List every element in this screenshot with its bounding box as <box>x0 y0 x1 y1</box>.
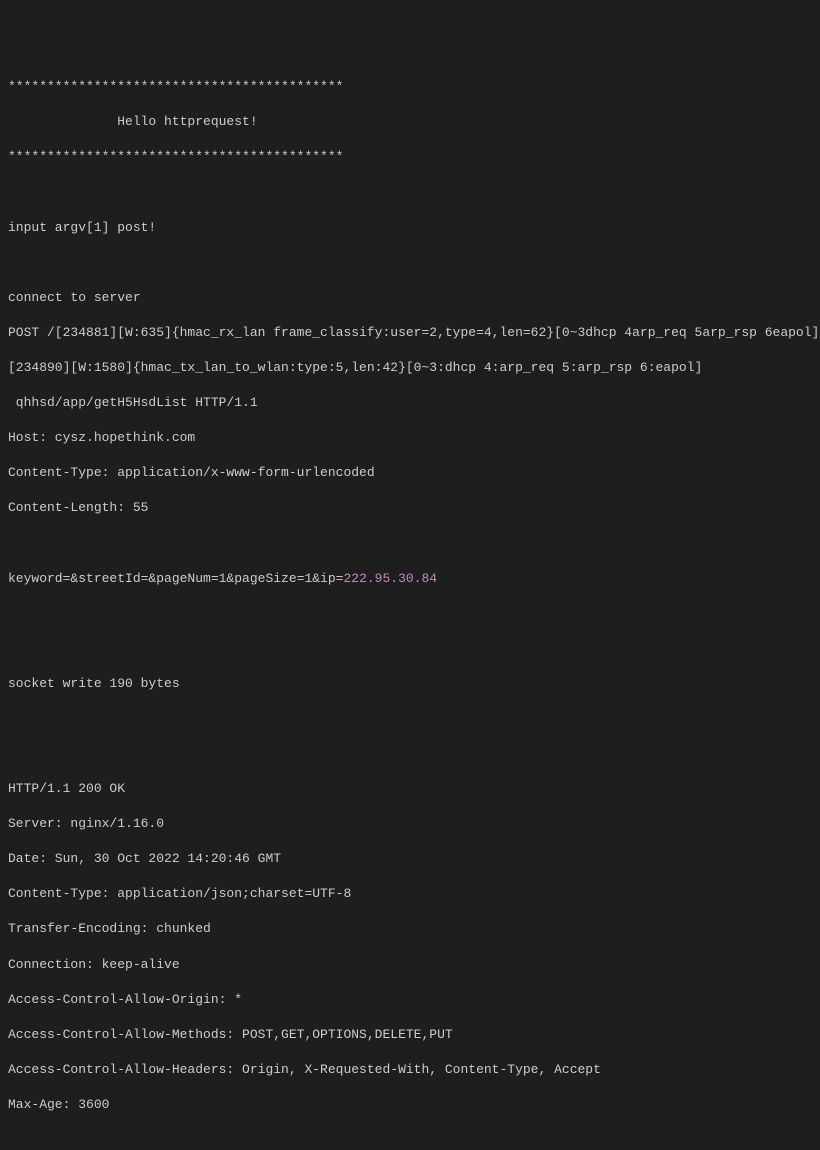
post-request-line-2: [234890][W:1580]{hmac_tx_lan_to_wlan:typ… <box>8 359 812 377</box>
post-request-line-1: POST /[234881][W:635]{hmac_rx_lan frame_… <box>8 324 812 342</box>
response-max-age-line: Max-Age: 3600 <box>8 1096 812 1114</box>
asterisk-line-top: ****************************************… <box>8 78 812 96</box>
response-connection-line: Connection: keep-alive <box>8 956 812 974</box>
content-type-header-line: Content-Type: application/x-www-form-url… <box>8 464 812 482</box>
response-transfer-encoding-line: Transfer-Encoding: chunked <box>8 920 812 938</box>
ip-address-value: 222.95.30.84 <box>343 571 437 586</box>
response-status-line: HTTP/1.1 200 OK <box>8 780 812 798</box>
terminal-output: ****************************************… <box>8 78 812 1150</box>
response-cors-origin-line: Access-Control-Allow-Origin: * <box>8 991 812 1009</box>
host-header-line: Host: cysz.hopethink.com <box>8 429 812 447</box>
response-cors-headers-line: Access-Control-Allow-Headers: Origin, X-… <box>8 1061 812 1079</box>
asterisk-line-bottom: ****************************************… <box>8 148 812 166</box>
socket-write-line: socket write 190 bytes <box>8 675 812 693</box>
response-content-type-line: Content-Type: application/json;charset=U… <box>8 885 812 903</box>
blank-line <box>8 534 812 552</box>
response-date-line: Date: Sun, 30 Oct 2022 14:20:46 GMT <box>8 850 812 868</box>
blank-line <box>8 710 812 728</box>
post-request-line-3: qhhsd/app/getH5HsdList HTTP/1.1 <box>8 394 812 412</box>
blank-line <box>8 745 812 763</box>
blank-line <box>8 254 812 272</box>
connect-server-line: connect to server <box>8 289 812 307</box>
blank-line <box>8 183 812 201</box>
request-body-line: keyword=&streetId=&pageNum=1&pageSize=1&… <box>8 570 812 588</box>
content-length-header-line: Content-Length: 55 <box>8 499 812 517</box>
blank-line <box>8 1131 812 1149</box>
response-cors-methods-line: Access-Control-Allow-Methods: POST,GET,O… <box>8 1026 812 1044</box>
response-server-line: Server: nginx/1.16.0 <box>8 815 812 833</box>
input-argv-line: input argv[1] post! <box>8 219 812 237</box>
blank-line <box>8 605 812 623</box>
greeting-line: Hello httprequest! <box>8 113 812 131</box>
blank-line <box>8 640 812 658</box>
request-body-prefix: keyword=&streetId=&pageNum=1&pageSize=1&… <box>8 571 343 586</box>
